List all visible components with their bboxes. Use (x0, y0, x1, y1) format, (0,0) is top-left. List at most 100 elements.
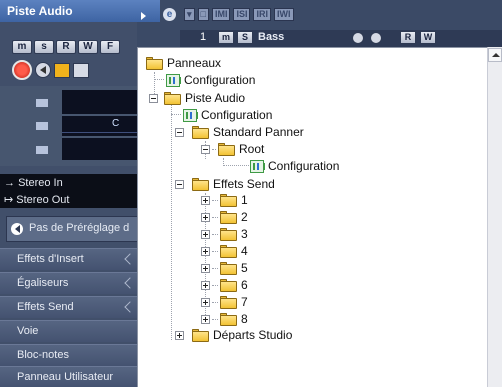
record-enable-button[interactable] (12, 60, 32, 80)
folder-icon (164, 91, 181, 105)
track-record-button[interactable] (352, 32, 364, 44)
pan-icon (36, 122, 48, 130)
tree-node-send-6[interactable]: 6 (220, 277, 248, 293)
section-sends[interactable]: Effets Send (0, 296, 137, 318)
solo-button[interactable]: s (34, 40, 54, 54)
freeze-button[interactable]: F (100, 40, 120, 54)
global-dropdown-button[interactable]: ▾ (184, 8, 195, 21)
tree-label: 5 (241, 261, 248, 275)
tree-node-send-5[interactable]: 5 (220, 260, 248, 276)
track-number: 1 (200, 31, 207, 43)
output-routing[interactable]: ↦ Stereo Out (4, 193, 69, 206)
write-button[interactable]: W (78, 40, 98, 54)
tree-node-send-4[interactable]: 4 (220, 243, 248, 259)
pan-fader[interactable]: C (62, 116, 137, 136)
folder-icon (192, 125, 209, 139)
tree-node-piste-audio[interactable]: Piste Audio (164, 90, 245, 106)
global-read-button[interactable]: IRI (253, 8, 271, 21)
delay-fader[interactable] (62, 138, 137, 160)
chevron-icon (124, 253, 136, 265)
track-solo-button[interactable]: S (237, 31, 253, 44)
tree-node-send-1[interactable]: 1 (220, 192, 248, 208)
track-buttons: m s R W F (12, 40, 120, 54)
tree-node-send-2[interactable]: 2 (220, 209, 248, 225)
tree-node-panneaux[interactable]: Panneaux (146, 55, 221, 71)
collapse-toggle-icon[interactable] (175, 128, 184, 137)
global-solo-button[interactable]: ISI (233, 8, 251, 21)
tree-node-configuration[interactable]: Configuration (166, 72, 255, 88)
global-write-button[interactable]: IWI (274, 8, 294, 21)
expand-toggle-icon[interactable] (201, 247, 210, 256)
section-user-panel[interactable]: Panneau Utilisateur (0, 366, 137, 387)
track-read-button[interactable]: R (400, 31, 416, 44)
tree-label: Effets Send (213, 177, 275, 191)
section-label: Égaliseurs (17, 277, 69, 289)
collapse-toggle-icon[interactable] (201, 145, 210, 154)
expand-toggle-icon[interactable] (201, 213, 210, 222)
section-label: Effets Send (17, 301, 74, 313)
folder-icon (192, 328, 209, 342)
tree-label: Configuration (201, 108, 273, 122)
tree-label: 1 (241, 193, 248, 207)
collapse-toggle-icon[interactable] (149, 94, 158, 103)
track-mute-button[interactable]: m (218, 31, 234, 44)
section-equalizers[interactable]: Égaliseurs (0, 272, 137, 294)
tree-node-send-7[interactable]: 7 (220, 294, 248, 310)
input-routing-label: Stereo In (18, 177, 63, 189)
section-channel[interactable]: Voie (0, 320, 137, 342)
routing-section: → Stereo In ↦ Stereo Out (0, 174, 137, 208)
volume-fader[interactable] (62, 90, 137, 114)
expand-toggle-icon[interactable] (201, 281, 210, 290)
preset-selector[interactable]: Pas de Préréglage d (6, 216, 141, 242)
tree-node-root[interactable]: Root (218, 141, 264, 157)
read-button[interactable]: R (56, 40, 76, 54)
tree-label: 8 (241, 312, 248, 326)
folder-icon (218, 142, 235, 156)
lane-button[interactable] (73, 62, 89, 78)
input-routing[interactable]: → Stereo In (4, 177, 63, 189)
section-notepad[interactable]: Bloc-notes (0, 344, 137, 366)
expand-arrow-icon[interactable] (141, 12, 146, 20)
global-mute-button[interactable]: IMI (211, 8, 231, 21)
tree-node-send-3[interactable]: 3 (220, 226, 248, 242)
track-monitor-button[interactable] (370, 32, 382, 44)
tree-label: Départs Studio (213, 328, 293, 342)
configuration-icon (166, 73, 181, 87)
edit-channel-button[interactable]: e (163, 8, 176, 21)
tree-scrollbar[interactable] (487, 47, 502, 387)
track-write-button[interactable]: W (420, 31, 436, 44)
expand-toggle-icon[interactable] (201, 315, 210, 324)
section-insert-effects[interactable]: Effets d'Insert (0, 248, 137, 270)
collapse-toggle-icon[interactable] (175, 180, 184, 189)
tree-node-standard-panner[interactable]: Standard Panner (192, 124, 304, 140)
record-controls (12, 60, 89, 80)
tree-label: 4 (241, 244, 248, 258)
expand-toggle-icon[interactable] (201, 298, 210, 307)
section-label: Panneau Utilisateur (17, 371, 114, 383)
mute-button[interactable]: m (12, 40, 32, 54)
tree-node-configuration[interactable]: Configuration (250, 158, 339, 174)
monitor-button[interactable] (35, 62, 51, 78)
folder-icon (220, 193, 237, 207)
tree-label: 7 (241, 295, 248, 309)
track-name[interactable]: Bass (258, 31, 284, 43)
folder-icon (220, 244, 237, 258)
timebase-button[interactable] (54, 62, 70, 78)
tree-node-configuration[interactable]: Configuration (183, 107, 272, 123)
expand-toggle-icon[interactable] (175, 331, 184, 340)
tree-node-departs-studio[interactable]: Départs Studio (192, 327, 292, 343)
fader-section: C (0, 86, 137, 166)
scroll-up-icon[interactable] (488, 48, 502, 62)
preset-icon (11, 223, 23, 235)
global-toggle-button[interactable]: □ (197, 8, 209, 21)
preset-label: Pas de Préréglage d (29, 222, 130, 234)
tree-label: 6 (241, 278, 248, 292)
chevron-icon (124, 301, 136, 313)
tree-label: Configuration (184, 73, 256, 87)
expand-toggle-icon[interactable] (201, 196, 210, 205)
expand-toggle-icon[interactable] (201, 230, 210, 239)
expand-toggle-icon[interactable] (201, 264, 210, 273)
tree-node-send-8[interactable]: 8 (220, 311, 248, 327)
inspector-track-title[interactable]: Piste Audio (0, 0, 160, 22)
tree-node-effets-send[interactable]: Effets Send (192, 176, 275, 192)
